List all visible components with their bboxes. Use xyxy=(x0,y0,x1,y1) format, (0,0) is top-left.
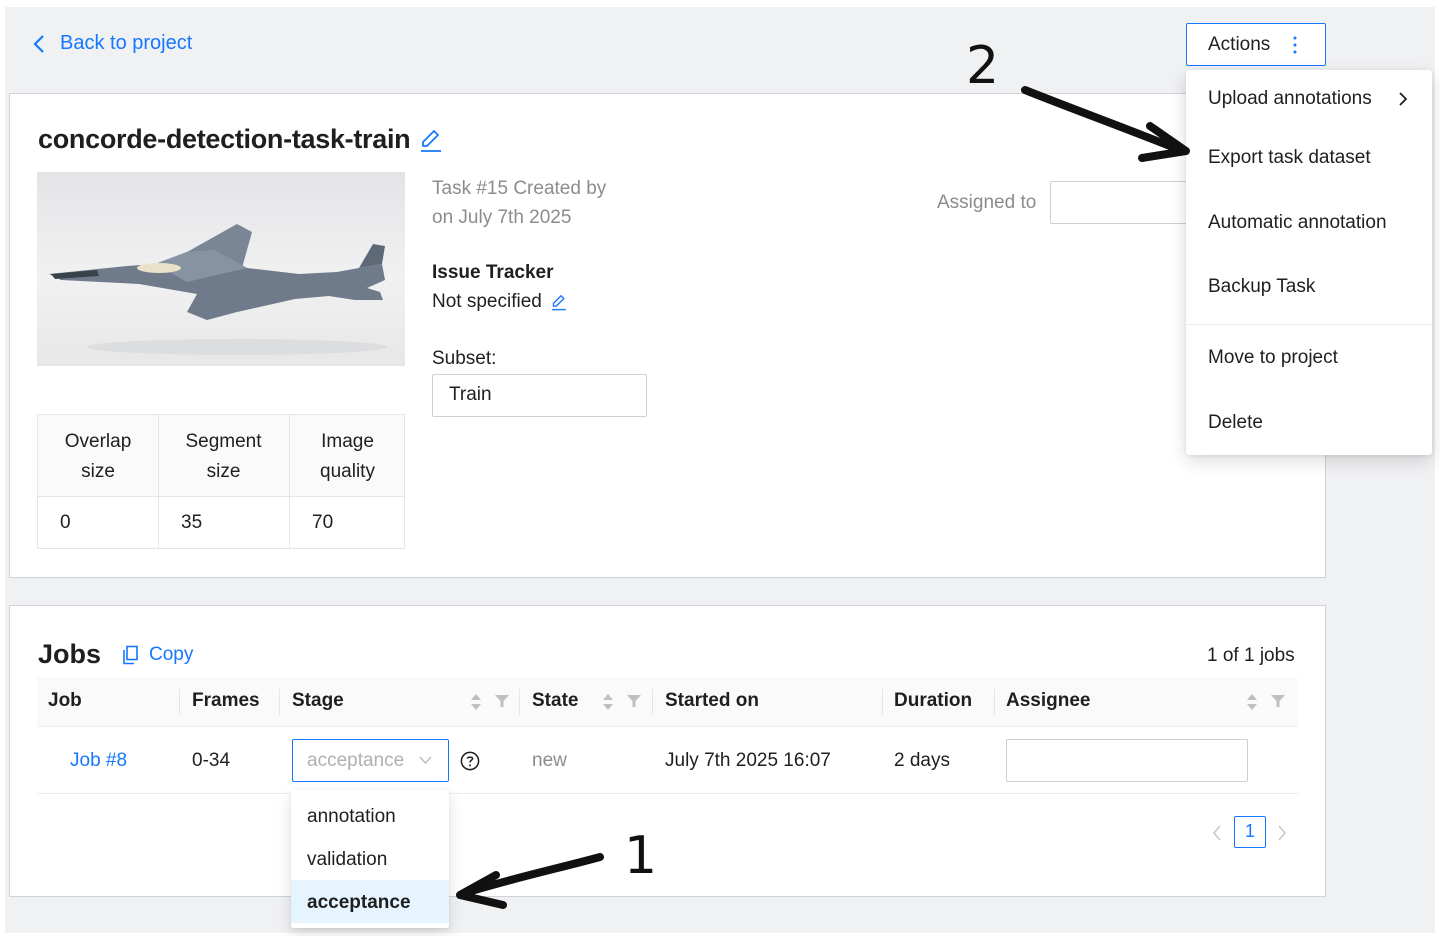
task-title: concorde-detection-task-train xyxy=(38,124,444,155)
job-state: new xyxy=(532,750,567,771)
column-header-job: Job xyxy=(48,690,82,711)
assigned-to-label: Assigned to xyxy=(937,192,1037,213)
annotation-marker-1: 1 xyxy=(624,826,658,886)
job-duration: 2 days xyxy=(894,750,950,771)
filter-icon[interactable] xyxy=(1271,694,1285,708)
filter-icon[interactable] xyxy=(495,694,509,708)
edit-issue-tracker-icon[interactable] xyxy=(550,293,568,311)
pagination-page-1[interactable]: 1 xyxy=(1234,816,1266,848)
image-quality-value: 70 xyxy=(312,512,334,533)
task-preview-image xyxy=(37,172,405,366)
menu-item-export-task-dataset[interactable]: Export task dataset xyxy=(1208,147,1371,169)
chevron-right-icon xyxy=(1399,92,1408,106)
task-created-date: on July 7th 2025 xyxy=(432,207,572,228)
jobs-title: Jobs xyxy=(38,639,102,669)
column-divider xyxy=(882,689,883,715)
assigned-to-input[interactable] xyxy=(1050,181,1190,224)
segment-size-value: 35 xyxy=(181,512,203,533)
image-quality-header: Image quality xyxy=(320,431,375,482)
sort-icon[interactable] xyxy=(602,692,614,712)
assignee-input[interactable] xyxy=(1006,739,1248,782)
column-divider xyxy=(652,689,653,715)
job-frames: 0-34 xyxy=(192,750,231,771)
more-vertical-icon xyxy=(1293,36,1297,54)
column-header-duration: Duration xyxy=(894,690,973,711)
task-created-info: Task #15 Created by on July 7th 2025 xyxy=(432,174,606,232)
question-circle-icon[interactable] xyxy=(460,751,480,771)
stage-option-acceptance[interactable]: acceptance xyxy=(291,880,449,923)
copy-button[interactable]: Copy xyxy=(122,644,193,666)
copy-icon xyxy=(123,645,138,665)
filter-icon[interactable] xyxy=(627,694,641,708)
actions-label: Actions xyxy=(1208,33,1271,55)
stage-option-validation[interactable]: validation xyxy=(291,837,449,880)
chevron-left-icon xyxy=(33,34,44,53)
jobs-count: 1 of 1 jobs xyxy=(1207,645,1295,666)
menu-divider xyxy=(1186,324,1432,325)
menu-item-automatic-annotation[interactable]: Automatic annotation xyxy=(1208,212,1387,234)
column-divider xyxy=(179,689,180,715)
issue-tracker-label: Issue Tracker xyxy=(432,262,554,283)
issue-tracker-value: Not specified xyxy=(432,291,542,312)
stage-option-annotation[interactable]: annotation xyxy=(291,794,449,837)
task-created-line: Task #15 Created by xyxy=(432,178,607,199)
column-divider xyxy=(994,689,995,715)
stage-select-value: acceptance xyxy=(307,750,405,771)
row-divider xyxy=(37,793,1298,794)
segment-size-header: Segment size xyxy=(185,431,262,482)
subset-label: Subset: xyxy=(432,348,497,369)
task-name: concorde-detection-task-train xyxy=(38,124,411,154)
chevron-right-icon[interactable] xyxy=(1276,824,1288,842)
back-to-project-link[interactable]: Back to project xyxy=(32,32,192,55)
annotation-marker-2: 2 xyxy=(966,36,1000,96)
menu-item-backup-task[interactable]: Backup Task xyxy=(1208,276,1315,298)
menu-item-move-to-project[interactable]: Move to project xyxy=(1208,347,1338,369)
column-divider xyxy=(279,689,280,715)
column-header-state[interactable]: State xyxy=(532,690,578,712)
stage-dropdown: annotation validation acceptance xyxy=(291,790,449,928)
column-header-assignee[interactable]: Assignee xyxy=(1006,690,1090,712)
actions-button[interactable]: Actions xyxy=(1186,23,1326,66)
overlap-size-header: Overlap size xyxy=(64,431,132,482)
subset-input[interactable]: Train xyxy=(432,374,647,417)
chevron-left-icon[interactable] xyxy=(1211,824,1223,842)
column-divider xyxy=(519,689,520,715)
overlap-size-value: 0 xyxy=(60,512,71,533)
issue-tracker-value-row: Not specified xyxy=(432,291,568,313)
edit-icon[interactable] xyxy=(418,127,444,153)
sort-icon[interactable] xyxy=(470,692,482,712)
back-to-project-label: Back to project xyxy=(60,32,193,54)
task-parameters-table: Overlap size Segment size Image quality 0 3… xyxy=(37,414,405,549)
job-started-on: July 7th 2025 16:07 xyxy=(665,750,831,771)
copy-label: Copy xyxy=(149,644,194,665)
aircraft-image xyxy=(49,224,387,355)
column-header-started-on: Started on xyxy=(665,690,759,711)
stage-select[interactable]: acceptance xyxy=(292,739,449,782)
job-link[interactable]: Job #8 xyxy=(70,750,127,772)
menu-item-delete[interactable]: Delete xyxy=(1208,412,1263,434)
menu-item-upload-annotations[interactable]: Upload annotations xyxy=(1208,88,1372,110)
column-header-frames: Frames xyxy=(192,690,260,711)
column-header-stage[interactable]: Stage xyxy=(292,690,344,712)
sort-icon[interactable] xyxy=(1246,692,1258,712)
actions-menu: Upload annotations Export task dataset A… xyxy=(1186,70,1432,455)
chevron-down-icon xyxy=(419,756,432,765)
